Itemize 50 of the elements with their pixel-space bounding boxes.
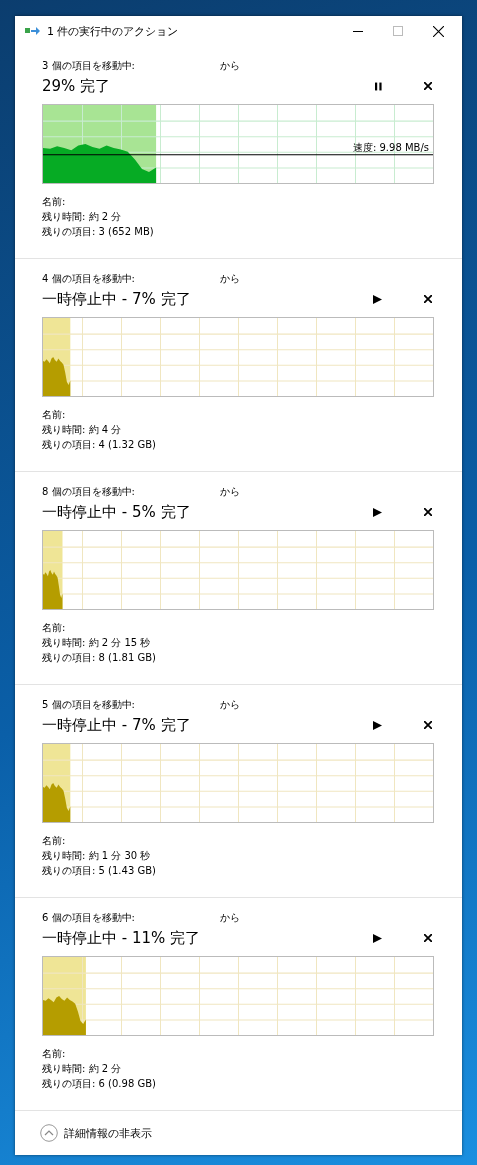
window-title: 1 件の実行中のアクション — [47, 23, 179, 39]
play-icon[interactable] — [373, 933, 382, 943]
time-remaining: 残り時間: 約 4 分 — [42, 423, 122, 437]
items-remaining: 残りの項目: 4 (1.32 GB) — [42, 438, 156, 452]
operation-heading: 6 個の項目を移動中: — [42, 911, 136, 925]
name-label: 名前: — [42, 621, 66, 635]
cancel-icon[interactable] — [424, 82, 432, 90]
progress-status: 一時停止中 - 5% 完了 — [42, 502, 191, 522]
move-icon — [25, 26, 41, 36]
progress-status: 一時停止中 - 7% 完了 — [42, 715, 191, 735]
progress-status: 一時停止中 - 7% 完了 — [42, 289, 191, 309]
play-icon[interactable] — [373, 294, 382, 304]
progress-status: 29% 完了 — [42, 76, 111, 96]
from-label: から — [220, 911, 240, 925]
operation-heading: 3 個の項目を移動中: — [42, 59, 136, 73]
operation-heading: 4 個の項目を移動中: — [42, 272, 136, 286]
speed-curve — [43, 357, 71, 396]
cancel-icon[interactable] — [424, 295, 432, 303]
name-label: 名前: — [42, 408, 66, 422]
name-label: 名前: — [42, 834, 66, 848]
speed-curve — [43, 996, 86, 1035]
speed-curve — [43, 570, 63, 609]
play-icon[interactable] — [373, 507, 382, 517]
hide-details-button[interactable]: 詳細情報の非表示 — [40, 1124, 152, 1142]
from-label: から — [220, 698, 240, 712]
close-icon[interactable] — [433, 25, 444, 37]
speed-label: 速度: 9.98 MB/s — [352, 141, 429, 155]
speed-curve — [43, 783, 71, 822]
time-remaining: 残り時間: 約 2 分 — [42, 210, 122, 224]
operation-heading: 8 個の項目を移動中: — [42, 485, 136, 499]
operation-heading: 5 個の項目を移動中: — [42, 698, 136, 712]
items-remaining: 残りの項目: 8 (1.81 GB) — [42, 651, 156, 665]
cancel-icon[interactable] — [424, 721, 432, 729]
time-remaining: 残り時間: 約 1 分 30 秒 — [42, 849, 151, 863]
progress-status: 一時停止中 - 11% 完了 — [42, 928, 201, 948]
cancel-icon[interactable] — [424, 508, 432, 516]
cancel-icon[interactable] — [424, 934, 432, 942]
collapse-icon — [40, 1124, 58, 1142]
items-remaining: 残りの項目: 5 (1.43 GB) — [42, 864, 156, 878]
items-remaining: 残りの項目: 6 (0.98 GB) — [42, 1077, 156, 1091]
time-remaining: 残り時間: 約 2 分 15 秒 — [42, 636, 151, 650]
time-remaining: 残り時間: 約 2 分 — [42, 1062, 122, 1076]
from-label: から — [220, 59, 240, 73]
pause-icon[interactable] — [375, 81, 382, 91]
name-label: 名前: — [42, 1047, 66, 1061]
play-icon[interactable] — [373, 720, 382, 730]
name-label: 名前: — [42, 195, 66, 209]
items-remaining: 残りの項目: 3 (652 MB) — [42, 225, 154, 239]
from-label: から — [220, 485, 240, 499]
from-label: から — [220, 272, 240, 286]
